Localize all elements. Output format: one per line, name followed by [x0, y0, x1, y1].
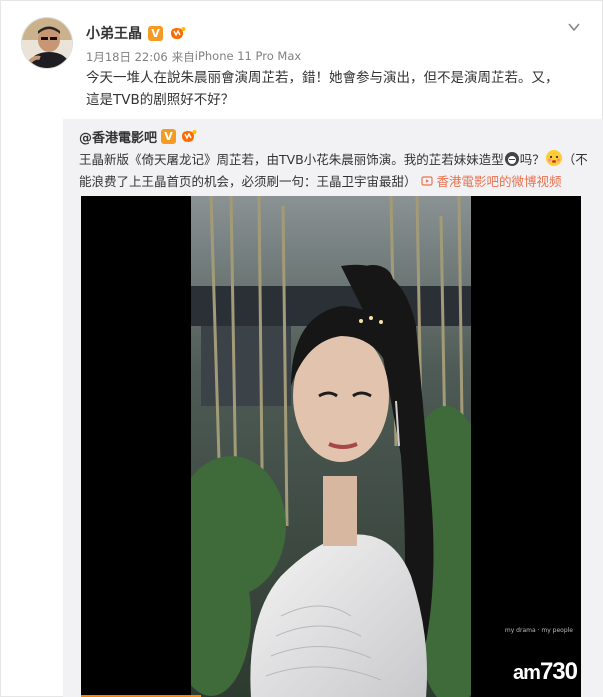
repost-text-segment: 吗？	[519, 152, 545, 167]
repost-username[interactable]: @香港電影吧	[79, 127, 157, 146]
weibo-post-card: 小弟王晶 V 1月18日 22:06 来自 iPhone 11 Pro Max 今…	[0, 0, 603, 697]
level-icon	[180, 129, 197, 144]
repost-text-segment: 能浪费了上王晶首页的机会，必须刷一句：王晶卫宇宙最甜）	[79, 174, 417, 189]
chevron-down-icon[interactable]	[566, 19, 582, 35]
post-header: 小弟王晶 V	[86, 23, 186, 43]
repost-box: @香港電影吧 V 王晶新版《倚天屠龙记》周芷若，由TVB小花朱晨丽饰演。我的芷若…	[63, 119, 603, 697]
avatar[interactable]	[21, 17, 73, 69]
video-link[interactable]: 香港電影吧的微博视频	[420, 174, 562, 189]
logo-am: am	[513, 662, 541, 684]
verified-icon: V	[161, 129, 177, 144]
video-caption: my drama · my people	[504, 627, 573, 634]
video-frame	[191, 196, 471, 697]
video-player[interactable]: my drama · my people am730	[81, 196, 581, 697]
source-prefix: 来自	[171, 50, 195, 64]
emoji-icon	[545, 149, 563, 167]
repost-header: @香港電影吧 V	[79, 127, 197, 146]
post-meta: 1月18日 22:06 来自 iPhone 11 Pro Max	[86, 49, 301, 65]
avatar-image	[22, 18, 72, 68]
emoji-icon	[504, 151, 520, 167]
repost-text: 王晶新版《倚天屠龙记》周芷若，由TVB小花朱晨丽饰演。我的芷若妹妹造型 吗？ （不 …	[79, 149, 589, 193]
verified-icon: V	[148, 25, 163, 41]
video-link-icon	[420, 176, 433, 186]
repost-text-line: 王晶新版《倚天屠龙记》周芷若，由TVB小花朱晨丽饰演。我的芷若妹妹造型 吗？ （不	[79, 149, 589, 171]
post-username[interactable]: 小弟王晶	[86, 23, 142, 43]
logo-number: 730	[539, 658, 578, 685]
video-link-label: 香港電影吧的微博视频	[436, 174, 562, 189]
repost-text-segment: （不	[562, 152, 588, 167]
post-text-line: 這是TVB的剧照好不好？	[86, 92, 235, 108]
level-icon	[169, 26, 186, 41]
am730-logo: am730	[513, 658, 578, 686]
repost-text-segment: 王晶新版《倚天屠龙记》周芷若，由TVB小花朱晨丽饰演。我的芷若妹妹造型	[79, 152, 504, 167]
post-text: 今天一堆人在說朱晨丽會演周芷若，錯！她會参与演出，但不是演周芷若。又， 這是TV…	[86, 67, 586, 111]
post-source: iPhone 11 Pro Max	[194, 49, 302, 63]
post-text-line: 今天一堆人在說朱晨丽會演周芷若，錯！她會参与演出，但不是演周芷若。又，	[86, 70, 559, 86]
repost-text-line: 能浪费了上王晶首页的机会，必须刷一句：王晶卫宇宙最甜） 香港電影吧的微博视频	[79, 171, 589, 193]
post-date[interactable]: 1月18日 22:06	[86, 49, 168, 65]
